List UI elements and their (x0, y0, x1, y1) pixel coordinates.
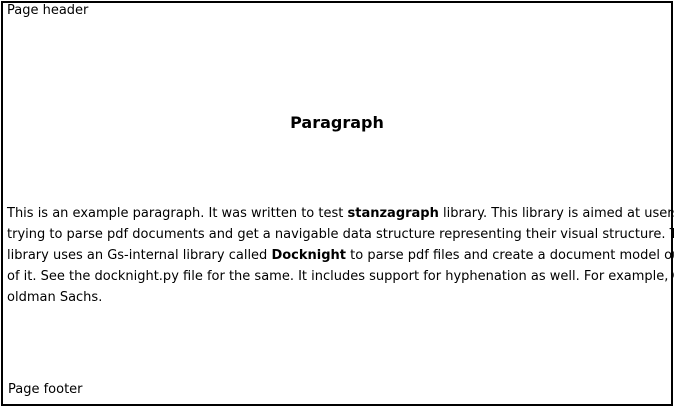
paragraph-line-4: of it. See the docknight.py file for the… (7, 269, 674, 284)
text-run: to parse pdf files and create a document… (346, 248, 674, 263)
page-header: Page header (7, 3, 89, 18)
bold-term-docknight: Docknight (271, 248, 346, 263)
paragraph-line-3: library uses an Gs-internal library call… (7, 245, 674, 266)
bold-term-stanzagraph: stanzagraph (347, 206, 439, 221)
paragraph-line-5: oldman Sachs. (7, 290, 103, 305)
body-paragraph: This is an example paragraph. It was wri… (7, 203, 674, 308)
paragraph-line-2: trying to parse pdf documents and get a … (7, 227, 674, 242)
text-run: library uses an Gs-internal library call… (7, 248, 272, 263)
text-run: This is an example paragraph. It was wri… (7, 206, 348, 221)
page-footer: Page footer (8, 382, 83, 397)
text-run: library. This library is aimed at users (438, 206, 674, 221)
paragraph-heading: Paragraph (290, 113, 384, 132)
paragraph-line-1: This is an example paragraph. It was wri… (7, 203, 674, 224)
